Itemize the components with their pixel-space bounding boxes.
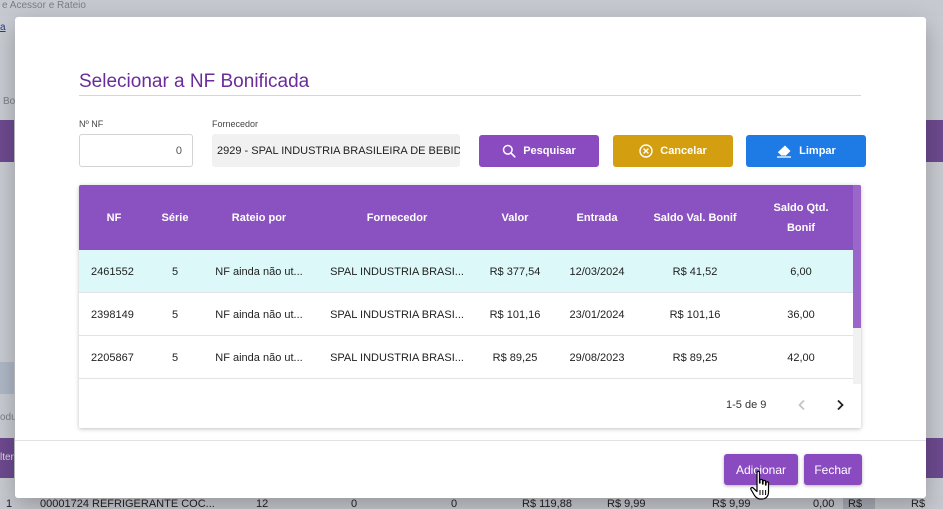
cell-saldo-val: R$ 41,52 xyxy=(672,265,718,278)
cell-saldo-qtd: 36,00 xyxy=(787,308,815,321)
bg-row-v1: 0 xyxy=(351,498,358,509)
col-header-saldo-qtd-line1: Saldo Qtd. xyxy=(773,201,829,214)
select-nf-modal: Selecionar a NF Bonificada Nº NF Fornece… xyxy=(15,17,926,498)
next-page-button[interactable] xyxy=(829,394,851,416)
bg-side-label: Bo xyxy=(3,96,16,107)
bg-row-rs2: R$ xyxy=(911,498,926,509)
hand-pointer-icon xyxy=(750,470,770,500)
table-row[interactable]: 2398149 5 NF ainda não ut... SPAL INDUST… xyxy=(79,293,853,336)
bg-link: a xyxy=(0,22,6,33)
cell-saldo-val: R$ 101,16 xyxy=(669,308,721,321)
chevron-right-icon xyxy=(837,399,844,411)
eraser-icon xyxy=(777,145,792,158)
bg-row-desc: 00001724 REFRIGERANTE COC... xyxy=(40,498,215,509)
close-button[interactable]: Fechar xyxy=(804,454,862,485)
cell-serie: 5 xyxy=(171,308,179,321)
cell-nf: 2205867 xyxy=(91,351,134,364)
search-icon xyxy=(502,144,516,158)
bg-filter-bar-left: lter xyxy=(0,438,14,478)
cell-saldo-qtd: 42,00 xyxy=(787,351,815,364)
cancel-circle-icon xyxy=(639,144,653,158)
cell-fornecedor: SPAL INDUSTRIA BRASI... xyxy=(330,265,464,278)
cell-serie: 5 xyxy=(171,265,179,278)
bg-row-index: 1 xyxy=(6,498,13,509)
title-divider xyxy=(79,95,861,96)
cancel-button[interactable]: Cancelar xyxy=(613,135,733,167)
cell-rateio: NF ainda não ut... xyxy=(215,351,303,364)
bg-row-rs: R$ xyxy=(848,498,863,509)
bg-header-bar-left xyxy=(0,120,14,162)
cell-entrada: 29/08/2023 xyxy=(569,351,625,364)
pagination-info: 1-5 de 9 xyxy=(726,399,767,411)
bg-row-qty: 12 xyxy=(256,498,269,509)
fornecedor-input[interactable] xyxy=(212,134,460,167)
cell-nf: 2461552 xyxy=(91,265,134,278)
col-header-rateio[interactable]: Rateio por xyxy=(201,185,317,250)
col-header-nf[interactable]: NF xyxy=(79,185,149,250)
table-scrollbar-thumb[interactable] xyxy=(853,185,861,328)
cancel-button-label: Cancelar xyxy=(660,145,707,157)
bg-row-v2: 0 xyxy=(451,498,458,509)
modal-title: Selecionar a NF Bonificada xyxy=(79,71,310,92)
cell-entrada: 12/03/2024 xyxy=(569,265,625,278)
search-button[interactable]: Pesquisar xyxy=(479,135,599,167)
fornecedor-label: Fornecedor xyxy=(212,119,259,129)
cell-entrada: 23/01/2024 xyxy=(569,308,625,321)
footer-divider xyxy=(15,440,926,441)
clear-button-label: Limpar xyxy=(799,145,836,157)
table-header: NF Série Rateio por Fornecedor Valor Ent… xyxy=(79,185,861,250)
bg-row-zero: 0,00 xyxy=(813,498,835,509)
col-header-saldo-qtd[interactable]: Saldo Qtd. Bonif xyxy=(749,185,853,250)
cell-nf: 2398149 xyxy=(91,308,134,321)
bg-header-bar-right xyxy=(925,120,943,162)
col-header-saldo-qtd-line2: Bonif xyxy=(786,221,816,234)
nf-number-input[interactable] xyxy=(79,134,193,167)
cell-fornecedor: SPAL INDUSTRIA BRASI... xyxy=(330,351,464,364)
cell-valor: R$ 101,16 xyxy=(489,308,541,321)
col-header-valor[interactable]: Valor xyxy=(477,185,553,250)
cell-rateio: NF ainda não ut... xyxy=(215,265,303,278)
nf-table: NF Série Rateio por Fornecedor Valor Ent… xyxy=(79,185,861,428)
table-row[interactable]: 2205867 5 NF ainda não ut... SPAL INDUST… xyxy=(79,336,853,379)
cell-valor: R$ 377,54 xyxy=(489,265,541,278)
col-header-saldo-val[interactable]: Saldo Val. Bonif xyxy=(641,185,749,250)
col-header-fornecedor[interactable]: Fornecedor xyxy=(317,185,477,250)
clear-button[interactable]: Limpar xyxy=(746,135,866,167)
prev-page-button[interactable] xyxy=(791,394,813,416)
cell-serie: 5 xyxy=(171,351,179,364)
bg-row-unit2: R$ 9,99 xyxy=(712,498,751,509)
cell-saldo-qtd: 6,00 xyxy=(790,265,812,278)
cell-fornecedor: SPAL INDUSTRIA BRASI... xyxy=(330,308,464,321)
cell-valor: R$ 89,25 xyxy=(492,351,538,364)
search-button-label: Pesquisar xyxy=(523,145,576,157)
cell-rateio: NF ainda não ut... xyxy=(215,308,303,321)
table-row[interactable]: 2461552 5 NF ainda não ut... SPAL INDUST… xyxy=(79,250,853,293)
bg-filter-label: lter xyxy=(0,452,14,463)
bg-row-unit: R$ 9,99 xyxy=(607,498,646,509)
chevron-left-icon xyxy=(798,399,805,411)
col-header-entrada[interactable]: Entrada xyxy=(553,185,641,250)
col-header-serie[interactable]: Série xyxy=(149,185,201,250)
bg-selected-strip xyxy=(0,362,14,394)
nf-label: Nº NF xyxy=(79,119,104,129)
bg-top-text: e Acessor e Rateio xyxy=(0,0,943,16)
cell-saldo-val: R$ 89,25 xyxy=(672,351,718,364)
bg-row-total: R$ 119,88 xyxy=(522,498,572,509)
